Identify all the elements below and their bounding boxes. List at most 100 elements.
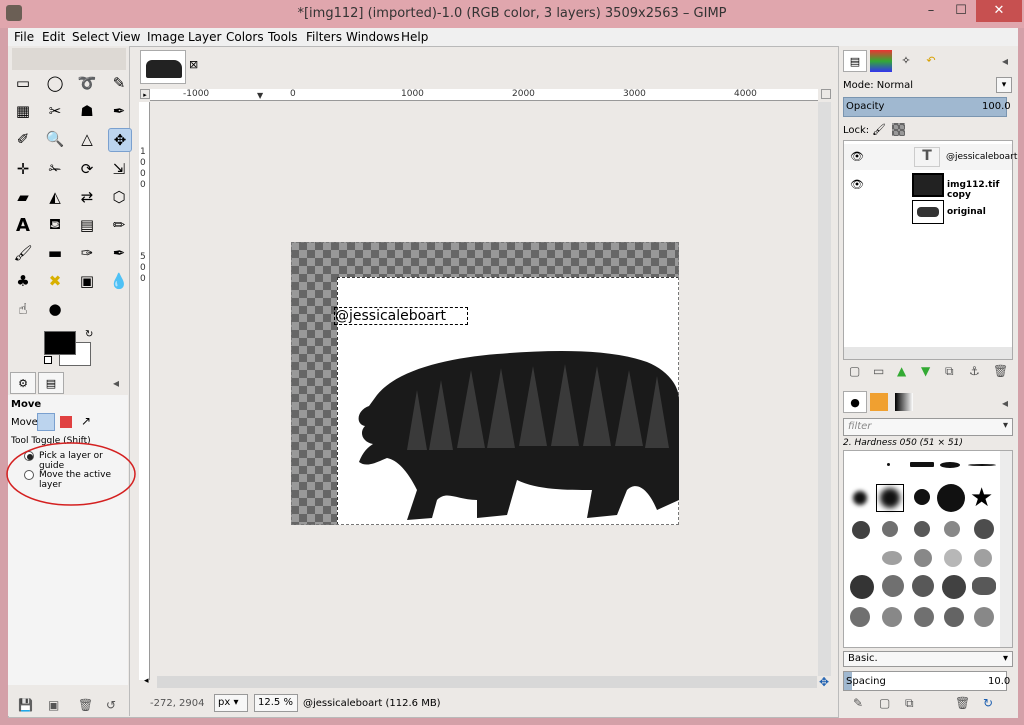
dodge-burn-icon[interactable]: ● [44,298,66,320]
cage-icon[interactable]: ⬡ [108,186,130,208]
new-layer-group-icon[interactable]: ▭ [873,364,884,378]
crop-icon[interactable]: ✁ [44,158,66,180]
menu-view[interactable]: View [112,30,140,44]
lock-alpha-icon[interactable] [892,123,905,136]
eye-icon[interactable]: 👁 [850,178,864,191]
menu-select[interactable]: Select [72,30,109,44]
layer-row[interactable]: 👁 img112.tif copy [844,172,1012,200]
swap-colors-icon[interactable]: ↻ [85,329,93,340]
menu-tools[interactable]: Tools [268,30,298,44]
ink-icon[interactable]: ✒ [108,242,130,264]
layer-row[interactable]: 👁 T @jessicaleboart [844,144,1017,170]
reset-options-icon[interactable]: ↺ [106,698,116,712]
menu-file[interactable]: File [14,30,34,44]
tab-tool-options[interactable]: ⚙ [10,372,36,394]
menu-help[interactable]: Help [401,30,428,44]
menu-windows[interactable]: Windows [346,30,400,44]
close-button[interactable]: ✕ [976,0,1022,22]
heal-icon[interactable]: ✖ [44,270,66,292]
lock-pixels-icon[interactable]: 🖌 [872,123,886,136]
reset-colors-icon[interactable] [44,356,52,364]
ellipse-select-icon[interactable]: ◯ [44,72,66,94]
brushes-config-icon[interactable]: ◂ [1002,396,1008,410]
move-tool-icon[interactable]: ✥ [108,128,132,152]
save-options-icon[interactable]: 💾 [18,698,33,712]
layers-hscrollbar[interactable] [844,347,1012,359]
new-layer-icon[interactable]: ▢ [849,364,860,378]
move-layer-mode-button[interactable] [37,413,55,431]
color-picker-icon[interactable]: ✐ [12,128,34,150]
anchor-layer-icon[interactable]: ⚓ [969,364,980,378]
brush-filter-input[interactable]: filter ▾ [843,418,1013,436]
dock-config-icon[interactable]: ◂ [1002,54,1008,68]
toolbox-config-icon[interactable]: ◂ [113,376,119,390]
duplicate-brush-icon[interactable]: ⧉ [905,696,914,711]
tab-gradients[interactable] [895,393,913,411]
smudge-icon[interactable]: ☝ [12,298,34,320]
text-tool-icon[interactable]: A [12,214,34,236]
horizontal-scrollbar[interactable] [157,676,817,688]
layer-mode-dropdown[interactable]: ▾ [996,77,1012,93]
shear-icon[interactable]: ▰ [12,186,34,208]
image-tab[interactable] [140,50,186,84]
paintbrush-icon[interactable]: 🖌 [12,242,34,264]
star-brush[interactable]: ★ [970,483,993,513]
maximize-button[interactable]: ☐ [946,0,976,22]
paths-icon[interactable]: ✒ [108,100,130,122]
flip-icon[interactable]: ⇄ [76,186,98,208]
delete-options-icon[interactable]: 🗑 [78,698,93,712]
perspective-icon[interactable]: ◭ [44,186,66,208]
minimize-button[interactable]: – [916,0,946,22]
foreground-select-icon[interactable]: ☗ [76,100,98,122]
scale-icon[interactable]: ⇲ [108,158,130,180]
menu-image[interactable]: Image [147,30,185,44]
tab-paths[interactable]: ✧ [895,50,917,72]
rect-select-icon[interactable]: ▭ [12,72,34,94]
brush-preset-dropdown[interactable]: Basic. ▾ [843,651,1013,667]
color-select-icon[interactable]: ▦ [12,100,34,122]
perspective-clone-icon[interactable]: ▣ [76,270,98,292]
airbrush-icon[interactable]: ✑ [76,242,98,264]
navigate-icon[interactable]: ✥ [819,675,829,689]
measure-icon[interactable]: △ [76,128,98,150]
move-path-mode-button[interactable]: ↗ [81,414,91,428]
layer-row[interactable]: original [844,199,1012,225]
raise-layer-icon[interactable]: ▲ [897,364,906,378]
unit-dropdown[interactable]: px ▾ [214,694,248,712]
align-icon[interactable]: ✛ [12,158,34,180]
quick-mask-icon[interactable]: ▸ [140,89,150,99]
fuzzy-select-icon[interactable]: ✎ [108,72,130,94]
free-select-icon[interactable]: ➰ [76,72,98,94]
delete-layer-icon[interactable]: 🗑 [993,364,1008,378]
brush-grid-scrollbar[interactable] [1000,451,1012,647]
image-tab-close-icon[interactable]: ⊠ [189,58,198,71]
zoom-icon[interactable]: 🔍 [44,128,66,150]
scissors-icon[interactable]: ✂ [44,100,66,122]
tab-patterns[interactable] [870,393,888,411]
blur-icon[interactable]: 💧 [108,270,130,292]
refresh-brushes-icon[interactable]: ↻ [983,696,993,710]
tab-undo-history[interactable]: ↶ [920,50,942,72]
nav-left-arrow[interactable]: ◂ [144,676,156,688]
duplicate-layer-icon[interactable]: ⧉ [945,364,954,379]
edit-brush-icon[interactable]: ✎ [853,696,863,710]
menu-colors[interactable]: Colors [226,30,264,44]
delete-brush-icon[interactable]: 🗑 [955,696,970,710]
menu-edit[interactable]: Edit [42,30,65,44]
tab-layers[interactable]: ▤ [843,50,867,72]
menu-filters[interactable]: Filters [306,30,342,44]
eye-icon[interactable]: 👁 [850,150,864,163]
zoom-fit-icon[interactable] [821,89,831,99]
menu-layer[interactable]: Layer [188,30,221,44]
tab-brushes[interactable]: ● [843,391,867,413]
restore-options-icon[interactable]: ▣ [48,698,59,712]
tab-channels[interactable] [870,50,892,72]
eraser-icon[interactable]: ▬ [44,242,66,264]
rotate-icon[interactable]: ⟳ [76,158,98,180]
new-brush-icon[interactable]: ▢ [879,696,890,710]
bucket-fill-icon[interactable]: ⛾ [44,214,66,236]
tab-device-status[interactable]: ▤ [38,372,64,394]
pencil-icon[interactable]: ✏ [108,214,130,236]
vertical-scrollbar[interactable] [818,102,831,676]
clone-icon[interactable]: ♣ [12,270,34,292]
